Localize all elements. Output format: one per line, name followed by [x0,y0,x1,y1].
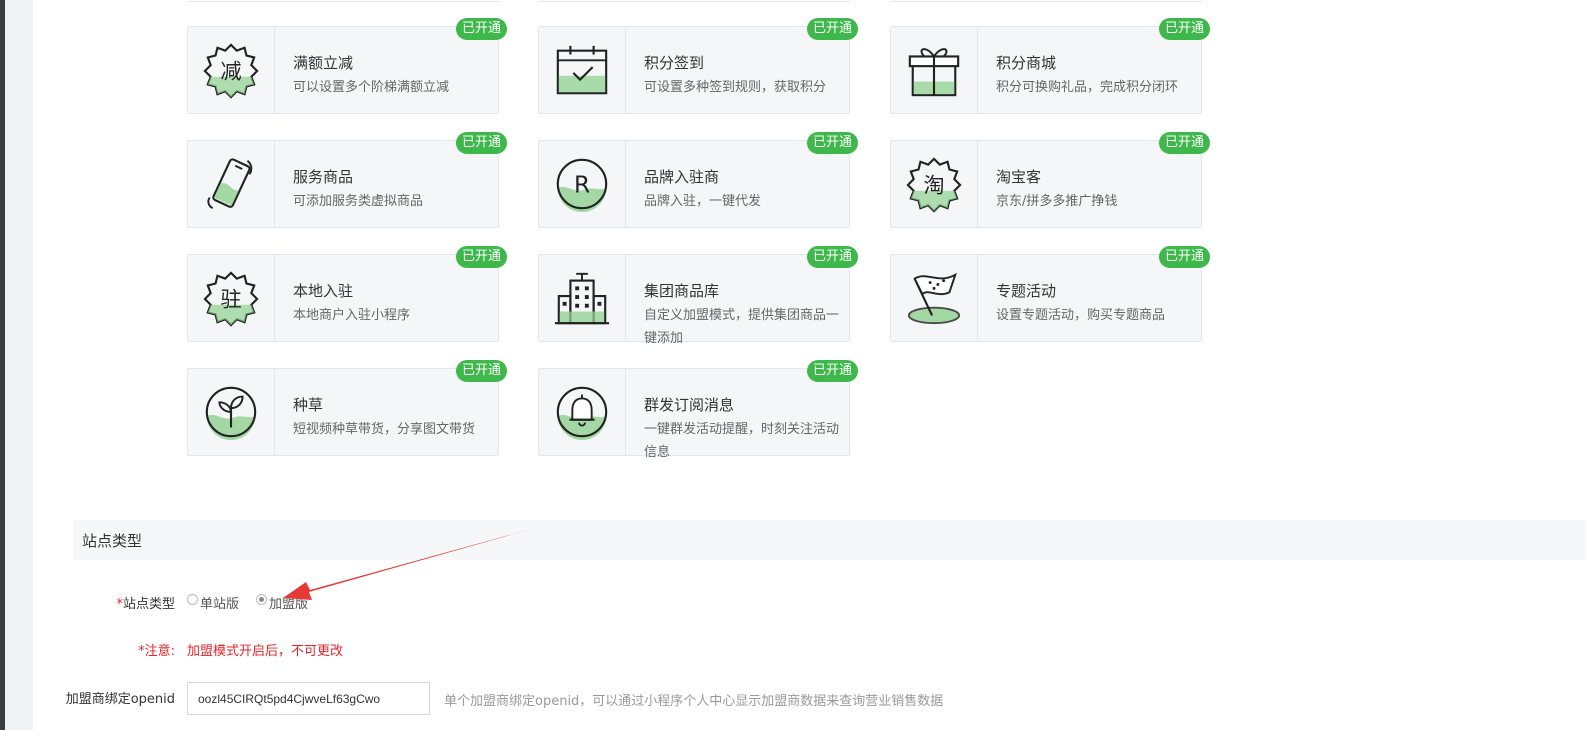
feature-card-taobaoke[interactable]: 淘 淘宝客 京东/拼多多推广挣钱 已开通 [890,132,1210,228]
feature-card-subscription-message[interactable]: 群发订阅消息 一键群发活动提醒，时刻关注活动信息 已开通 [538,360,858,460]
svg-text:驻: 驻 [220,288,241,313]
card-description: 可添加服务类虚拟商品 [293,194,424,209]
card-edge [187,0,499,2]
page-gutter [5,0,33,730]
feature-card-topic-activity[interactable]: 专题活动 设置专题活动，购买专题商品 已开通 [890,246,1210,342]
card-description: 短视频种草带货，分享图文带货 [293,422,476,437]
status-badge: 已开通 [455,18,507,40]
radio-franchise[interactable] [256,594,267,605]
card-title: 集团商品库 [644,282,720,300]
status-badge: 已开通 [806,18,858,40]
card-description: 积分可换购礼品，完成积分闭环 [996,80,1179,95]
card-title: 满额立减 [293,54,354,72]
section-header: 站点类型 [73,520,1586,560]
card-title: 品牌入驻商 [644,168,720,186]
status-badge: 已开通 [1158,18,1210,40]
feature-card-service-goods[interactable]: 服务商品 可添加服务类虚拟商品 已开通 [187,132,507,228]
status-badge: 已开通 [455,132,507,154]
card-description: 一键群发活动提醒，时刻关注活动信息 [644,422,840,460]
svg-text:淘: 淘 [923,174,944,199]
note-text: 加盟模式开启后，不可更改 [187,644,344,659]
card-title: 群发订阅消息 [644,396,735,414]
feature-card-points-mall[interactable]: 积分商城 积分可换购礼品，完成积分闭环 已开通 [890,18,1210,114]
status-badge: 已开通 [806,246,858,268]
feature-card-local-settle[interactable]: 驻 本地入驻 本地商户入驻小程序 已开通 [187,246,507,342]
svg-text:R: R [574,172,590,199]
status-badge: 已开通 [1158,246,1210,268]
card-title: 服务商品 [293,168,354,186]
card-title: 积分商城 [996,54,1057,72]
site-type-label: *站点类型 [116,593,175,612]
calendar-check-icon [539,27,626,113]
card-description: 设置专题活动，购买专题商品 [996,308,1166,323]
status-badge: 已开通 [455,360,507,382]
phone-icon [188,141,275,227]
card-title: 专题活动 [996,282,1057,300]
taobao-icon: 淘 [891,141,978,227]
flag-icon [891,255,978,341]
card-title: 积分签到 [644,54,705,72]
status-badge: 已开通 [806,360,858,382]
feature-card-group-product-library[interactable]: 集团商品库 自定义加盟模式，提供集团商品一键添加 已开通 [538,246,858,346]
radio-label-single-site[interactable]: 单站版 [200,593,239,612]
card-edge [890,0,1202,2]
card-description: 品牌入驻，一键代发 [644,194,762,209]
sprout-icon [188,369,275,455]
note-label-text: 注意: [144,644,175,659]
svg-text:减: 减 [220,60,241,85]
card-description: 可设置多种签到规则，获取积分 [644,80,827,95]
discount-icon: 减 [188,27,275,113]
building-icon [539,255,626,341]
card-description: 京东/拼多多推广挣钱 [996,194,1118,209]
local-icon: 驻 [188,255,275,341]
openid-hint: 单个加盟商绑定openid，可以通过小程序个人中心显示加盟商数据来查询营业销售数… [444,694,944,709]
status-badge: 已开通 [1158,132,1210,154]
card-edge [538,0,850,2]
status-badge: 已开通 [806,132,858,154]
gift-icon [891,27,978,113]
brand-r-icon: R [539,141,626,227]
card-description: 可以设置多个阶梯满额立减 [293,80,450,95]
feature-card-seeding[interactable]: 种草 短视频种草带货，分享图文带货 已开通 [187,360,507,456]
radio-label-franchise[interactable]: 加盟版 [269,593,308,612]
site-type-label-text: 站点类型 [122,597,175,612]
card-title: 种草 [293,396,324,414]
feature-card-points-checkin[interactable]: 积分签到 可设置多种签到规则，获取积分 已开通 [538,18,858,114]
status-badge: 已开通 [455,246,507,268]
radio-single-site[interactable] [187,594,198,605]
openid-input[interactable] [187,682,430,715]
openid-label: 加盟商绑定openid [65,692,175,707]
card-description: 自定义加盟模式，提供集团商品一键添加 [644,308,840,346]
feature-card-full-reduction[interactable]: 减 满额立减 可以设置多个阶梯满额立减 已开通 [187,18,507,114]
note-label: *注意: [138,640,175,659]
feature-card-brand-merchant[interactable]: R 品牌入驻商 品牌入驻，一键代发 已开通 [538,132,858,228]
section-title: 站点类型 [82,532,143,550]
bell-icon [539,369,626,455]
card-description: 本地商户入驻小程序 [293,308,411,323]
card-title: 淘宝客 [996,168,1042,186]
card-title: 本地入驻 [293,282,354,300]
